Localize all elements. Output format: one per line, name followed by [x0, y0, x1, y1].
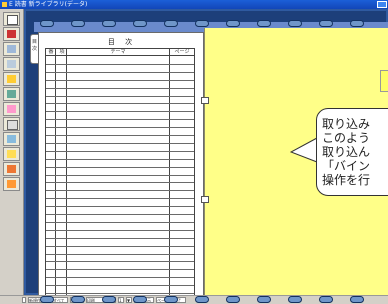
- binder-ring: [319, 296, 333, 303]
- binder-ring: [195, 296, 209, 303]
- table-row[interactable]: [46, 174, 194, 176]
- layout-icon[interactable]: [3, 42, 20, 56]
- warning-icon[interactable]: [3, 162, 20, 176]
- binder-ring: [40, 296, 54, 303]
- binder-ring: [71, 20, 85, 27]
- edit-icon[interactable]: [3, 27, 20, 41]
- right-page-tab[interactable]: [380, 70, 388, 92]
- table-row[interactable]: [46, 285, 194, 287]
- table-row[interactable]: [46, 142, 194, 144]
- toc-title: 目 次: [107, 38, 137, 46]
- grid-icon[interactable]: [3, 87, 20, 101]
- binder-ring: [195, 20, 209, 27]
- binder-clip: [201, 97, 209, 104]
- window-title: E 読書 新ライブラリ(データ): [9, 1, 88, 8]
- statusbar-button[interactable]: すべて: [52, 297, 68, 303]
- binder-ring: [257, 20, 271, 27]
- table-row[interactable]: [46, 190, 194, 192]
- toc-rows: [45, 56, 195, 302]
- binder-ring: [102, 20, 116, 27]
- table-row[interactable]: [46, 182, 194, 184]
- toc-header: 番 項 テーマ ページ: [45, 48, 195, 56]
- binder-ring: [257, 296, 271, 303]
- col-theme: テーマ: [110, 49, 126, 55]
- binder-ring: [226, 296, 240, 303]
- toc-page: 目 次 番 項 テーマ ページ: [38, 32, 204, 304]
- callout-pointer: [290, 137, 318, 163]
- table-row[interactable]: [46, 103, 194, 105]
- table-row[interactable]: [46, 158, 194, 160]
- binder-ring: [288, 296, 302, 303]
- table-row[interactable]: [46, 198, 194, 200]
- table-row[interactable]: [46, 87, 194, 89]
- table-row[interactable]: [46, 166, 194, 168]
- table-row[interactable]: [46, 119, 194, 121]
- zoom-icon[interactable]: [3, 132, 20, 146]
- table-row[interactable]: [46, 63, 194, 65]
- binder-ring: [350, 20, 364, 27]
- binder-ring: [319, 20, 333, 27]
- binder-ring: [102, 296, 116, 303]
- col-page: ページ: [174, 49, 190, 55]
- statusbar-button[interactable]: ▼: [126, 297, 132, 303]
- table-row[interactable]: [46, 245, 194, 247]
- table-row[interactable]: [46, 237, 194, 239]
- binder-clip: [201, 196, 209, 203]
- callout-text: 取り込み このよう 取り込ん 「バイン 操作を行: [322, 117, 370, 187]
- callout-line: このよう: [322, 131, 371, 145]
- binder-icon[interactable]: [3, 177, 20, 191]
- binder-ring: [133, 20, 147, 27]
- table-row[interactable]: [46, 79, 194, 81]
- table-row[interactable]: [46, 269, 194, 271]
- page-icon[interactable]: [3, 12, 20, 26]
- statusbar-button[interactable]: 1: [118, 297, 124, 303]
- title-bar: E 読書 新ライブラリ(データ): [0, 0, 388, 9]
- table-row[interactable]: [46, 221, 194, 223]
- table-row[interactable]: [46, 135, 194, 136]
- toc-tab[interactable]: 目次: [30, 34, 38, 64]
- help-callout: 取り込み このよう 取り込ん 「バイン 操作を行: [316, 108, 388, 196]
- app-icon: [2, 2, 7, 7]
- callout-line: 取り込み: [322, 117, 371, 131]
- table-row[interactable]: [46, 111, 194, 113]
- left-page-edge: [34, 22, 204, 32]
- left-toolbar: [0, 9, 24, 295]
- table-row[interactable]: [46, 253, 194, 255]
- binder-ring: [350, 296, 364, 303]
- binder-ring: [164, 20, 178, 27]
- table-row[interactable]: [46, 214, 194, 215]
- callout-line: 「バイン: [322, 159, 371, 173]
- binder-ring: [226, 20, 240, 27]
- binder-ring: [71, 296, 85, 303]
- chart-icon[interactable]: [3, 147, 20, 161]
- callout-line: 取り込ん: [322, 145, 371, 159]
- binder-ring: [133, 296, 147, 303]
- table-row[interactable]: [46, 71, 194, 73]
- callout-line: 操作を行: [322, 173, 371, 187]
- window-control-button[interactable]: [377, 1, 387, 8]
- table-row[interactable]: [46, 127, 194, 129]
- binder-ring: [288, 20, 302, 27]
- table-row[interactable]: [46, 150, 194, 152]
- table-row[interactable]: [46, 95, 194, 97]
- table-icon[interactable]: [3, 117, 20, 131]
- table-row[interactable]: [46, 229, 194, 231]
- image-icon[interactable]: [3, 72, 20, 86]
- table-row[interactable]: [46, 261, 194, 263]
- table-row[interactable]: [46, 206, 194, 208]
- list-icon[interactable]: [3, 57, 20, 71]
- binder-ring: [164, 296, 178, 303]
- table-row[interactable]: [46, 293, 194, 294]
- person-icon[interactable]: [3, 102, 20, 116]
- statusbar-button[interactable]: [22, 297, 26, 303]
- table-row[interactable]: [46, 277, 194, 279]
- binder-ring: [40, 20, 54, 27]
